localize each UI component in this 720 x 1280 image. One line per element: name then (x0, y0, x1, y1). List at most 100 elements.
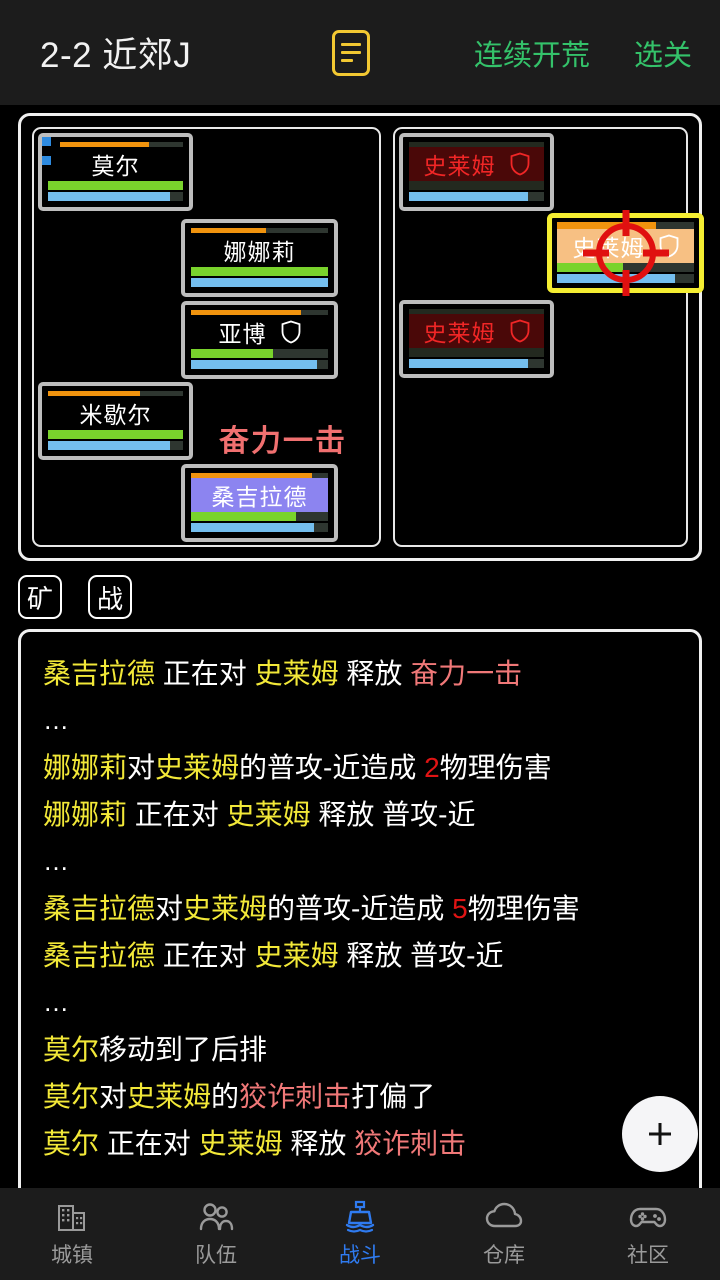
add-button[interactable] (622, 1096, 698, 1172)
unit-card[interactable]: 史莱姆 (399, 133, 554, 211)
battle-tab[interactable]: 战 (88, 575, 132, 619)
log-segment-plain: 正在对 (155, 658, 255, 689)
continuous-raid-button[interactable]: 连续开荒 (474, 32, 590, 74)
log-segment-plain: 的普攻-近造成 (239, 752, 425, 783)
log-line: … (43, 838, 677, 885)
log-segment-name: 娜娜莉 (43, 752, 128, 783)
hp-bar (409, 348, 544, 357)
unit-name: 史莱姆 (423, 320, 496, 346)
log-line: 桑吉拉德 正在对 史莱姆 释放 普攻-近 (43, 932, 677, 979)
log-segment-name: 史莱姆 (183, 893, 268, 924)
log-segment-plain: 释放 (338, 658, 411, 689)
building-icon (55, 1199, 89, 1235)
cloud-icon (485, 1199, 523, 1235)
log-segment-name: 桑吉拉德 (43, 893, 156, 924)
nav-community[interactable]: 社区 (576, 1199, 720, 1269)
log-line: 莫尔移动到了后排 (43, 1026, 677, 1073)
unit-body: 桑吉拉德 (191, 478, 328, 512)
unit-card[interactable]: 米歇尔 (38, 382, 193, 460)
hp-bar-fill (191, 512, 297, 521)
log-segment-plain: … (43, 846, 72, 876)
hp-bar (48, 181, 183, 190)
unit-card[interactable]: 莫尔 (38, 133, 193, 211)
log-segment-name: 史莱姆 (226, 799, 311, 830)
mp-bar (191, 278, 328, 287)
unit-body: 史莱姆 (409, 314, 544, 348)
shield-icon (510, 319, 530, 343)
unit-card[interactable]: 史莱姆 (547, 210, 704, 296)
log-line: … (43, 1167, 677, 1188)
hp-bar (191, 349, 328, 358)
nav-battle[interactable]: 战斗 (288, 1199, 432, 1269)
mp-bar (557, 274, 694, 283)
mp-bar (48, 192, 183, 201)
log-segment-plain: … (43, 987, 72, 1017)
log-segment-plain: 对 (127, 752, 156, 783)
log-segment-plain: 释放 (282, 1128, 355, 1159)
nav-label: 战斗 (339, 1244, 381, 1267)
app-header: 2-2 近郊J 连续开荒 选关 (0, 0, 720, 105)
unit-card[interactable]: 亚博 (181, 301, 338, 379)
mp-bar (409, 359, 544, 368)
hp-bar-fill (48, 430, 183, 439)
nav-party[interactable]: 队伍 (144, 1199, 288, 1269)
note-icon[interactable] (331, 29, 370, 76)
unit-bars (409, 348, 544, 368)
nav-town[interactable]: 城镇 (0, 1199, 144, 1269)
page-title: 2-2 近郊J (40, 36, 192, 75)
unit-bars (191, 267, 328, 287)
mp-bar (48, 441, 183, 450)
unit-body: 米歇尔 (48, 396, 183, 430)
log-segment-plain: 物理伤害 (439, 752, 552, 783)
unit-name: 娜娜莉 (223, 239, 296, 265)
hp-bar (409, 181, 544, 190)
mini-tab-bar: 矿 战 (0, 561, 720, 629)
unit-card[interactable]: 桑吉拉德 (181, 464, 338, 542)
log-segment-dmg: 5 (452, 893, 468, 924)
unit-name: 桑吉拉德 (211, 484, 308, 510)
unit-bars (557, 263, 694, 283)
unit-card[interactable]: 娜娜莉 (181, 219, 338, 297)
battle-log[interactable]: 桑吉拉德 正在对 史莱姆 释放 奋力一击 … 娜娜莉对史莱姆的普攻-近造成 2物理伤… (18, 629, 702, 1188)
unit-card[interactable]: 史莱姆 (399, 300, 554, 378)
shield-icon (281, 320, 301, 344)
mp-bar-fill (191, 278, 328, 287)
log-segment-name: 莫尔 (43, 1034, 100, 1065)
hp-bar-fill (557, 263, 623, 272)
log-segment-plain: 对 (155, 893, 184, 924)
mine-tab[interactable]: 矿 (18, 575, 62, 619)
mp-bar-fill (409, 192, 528, 201)
plus-icon (649, 1123, 671, 1145)
unit-bars (48, 181, 183, 201)
nav-label: 队伍 (195, 1244, 237, 1267)
log-segment-skill: 狡诈刺击 (354, 1128, 467, 1159)
gamepad-icon (629, 1199, 667, 1235)
mp-bar-fill (191, 523, 315, 532)
atb-bar-fill (557, 222, 656, 229)
ally-formation: 莫尔娜娜莉亚博米歇尔桑吉拉德 (32, 127, 381, 547)
hp-bar (191, 267, 328, 276)
select-stage-button[interactable]: 选关 (634, 32, 692, 74)
log-segment-plain: 释放 (338, 940, 411, 971)
log-segment-name: 史莱姆 (127, 1081, 212, 1112)
hp-bar-fill (191, 349, 274, 358)
unit-body: 史莱姆 (409, 147, 544, 181)
atb-bar (557, 222, 694, 229)
log-segment-plain: 正在对 (99, 1128, 199, 1159)
unit-name: 史莱姆 (423, 153, 496, 179)
mp-bar-fill (48, 192, 170, 201)
unit-body: 史莱姆 (557, 229, 694, 263)
log-segment-name: 莫尔 (43, 1128, 100, 1159)
nav-warehouse[interactable]: 仓库 (432, 1199, 576, 1269)
unit-body: 亚博 (191, 315, 328, 349)
log-segment-name: 史莱姆 (254, 658, 339, 689)
nav-label: 城镇 (51, 1244, 93, 1267)
log-segment-plain: … (43, 1175, 72, 1188)
log-segment-name: 史莱姆 (155, 752, 240, 783)
mp-bar (191, 360, 328, 369)
log-line: 桑吉拉德 正在对 史莱姆 释放 奋力一击 (43, 650, 677, 697)
log-line: 娜娜莉对史莱姆的普攻-近造成 2物理伤害 (43, 744, 677, 791)
log-segment-plain: 正在对 (155, 940, 255, 971)
nav-label: 社区 (627, 1244, 669, 1267)
log-line: 桑吉拉德对史莱姆的普攻-近造成 5物理伤害 (43, 885, 677, 932)
